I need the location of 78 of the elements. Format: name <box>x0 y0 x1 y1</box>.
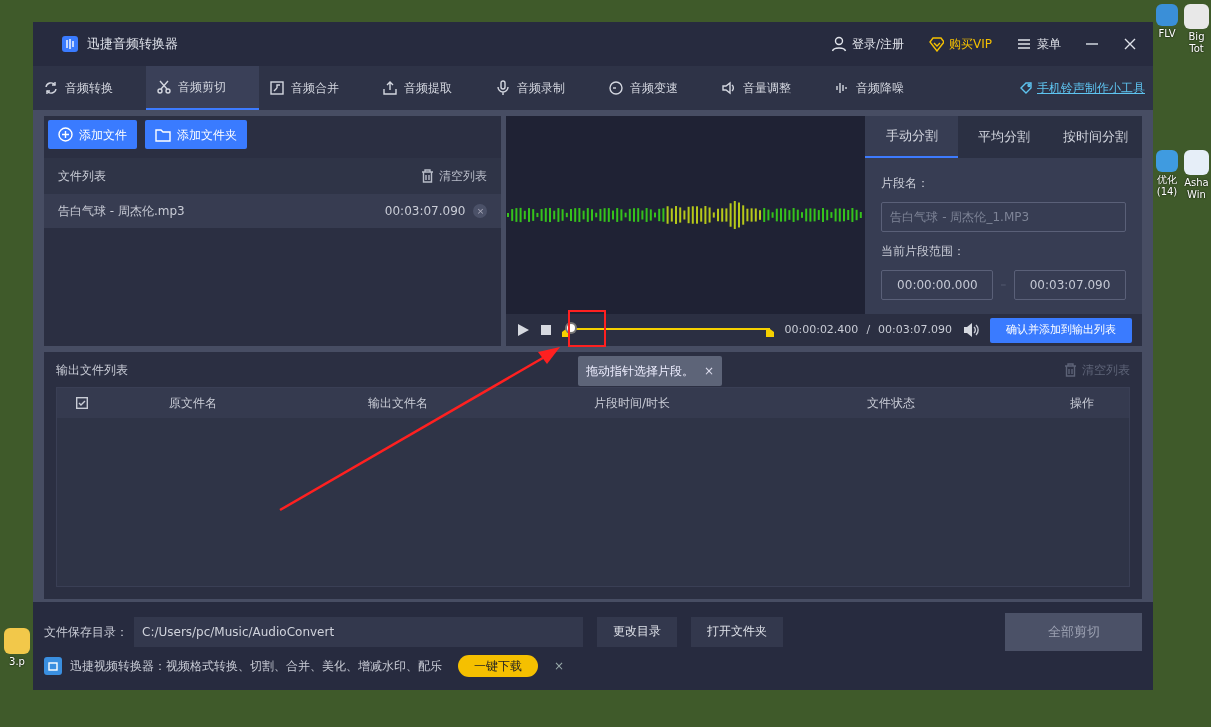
scissors-icon <box>156 79 172 95</box>
convert-icon <box>43 80 59 96</box>
add-file-button[interactable]: 添加文件 <box>48 120 137 149</box>
column-header: 文件状态 <box>866 395 916 412</box>
tab[interactable]: 音频降噪 <box>824 66 937 110</box>
timeline-track[interactable] <box>562 323 775 337</box>
desktop-shortcut-icon[interactable] <box>4 628 30 654</box>
login-button[interactable]: 登录/注册 <box>830 35 904 53</box>
buy-vip-button[interactable]: 购买VIP <box>928 35 992 53</box>
folder-icon <box>155 127 171 142</box>
app-logo-icon <box>61 35 79 53</box>
tab[interactable]: 平均分割 <box>957 116 1050 158</box>
desktop-shortcut-icon[interactable] <box>1184 4 1209 29</box>
volume-icon <box>721 80 737 96</box>
window-title: 迅捷音频转换器 <box>87 35 178 54</box>
menu-icon <box>1016 36 1032 52</box>
close-button[interactable]: × <box>554 657 565 675</box>
time-separator: / <box>866 321 871 338</box>
desktop-icon-label[interactable]: FLV <box>1154 28 1180 40</box>
checkbox-icon[interactable] <box>76 397 88 409</box>
highlight-frame <box>568 310 606 347</box>
microphone-icon <box>495 80 511 96</box>
play-icon[interactable] <box>516 323 531 337</box>
tooltip-text: 拖动指针选择片段。 <box>586 363 694 380</box>
desktop-icon-label[interactable]: 3.p <box>2 656 32 668</box>
confirm-add-button[interactable]: 确认并添加到输出列表 <box>990 317 1132 343</box>
trash-icon <box>1064 362 1077 377</box>
save-path-field[interactable]: C:/Users/pc/Music/AudioConvert <box>134 617 583 647</box>
tab[interactable]: 音频提取 <box>372 66 485 110</box>
end-time-field[interactable]: 00:03:07.090 <box>1014 270 1126 300</box>
list-heading: 输出文件列表 <box>56 361 128 379</box>
desktop-icon-label[interactable]: 优化 (14) <box>1154 174 1180 197</box>
extract-icon <box>382 80 398 96</box>
menu-button[interactable]: 菜单 <box>1016 35 1061 53</box>
tag-icon <box>1019 81 1033 95</box>
column-header: 输出文件名 <box>367 395 429 412</box>
column-header: 片段时间/时长 <box>592 395 671 412</box>
diamond-icon <box>928 36 944 52</box>
open-folder-button[interactable]: 打开文件夹 <box>691 617 783 647</box>
ringtone-tool-link[interactable]: 手机铃声制作小工具 <box>1019 66 1153 110</box>
remove-button[interactable]: × <box>473 204 488 218</box>
playhead-handle[interactable] <box>567 324 576 332</box>
clear-list-button[interactable]: 清空列表 <box>421 167 488 185</box>
promo-text: 迅捷视频转换器：视频格式转换、切割、合并、美化、增减水印、配乐 <box>70 658 442 675</box>
desktop-shortcut-icon[interactable] <box>1184 150 1209 175</box>
column-header: 操作 <box>1069 395 1095 412</box>
add-folder-button[interactable]: 添加文件夹 <box>145 120 247 149</box>
tab[interactable]: 音量调整 <box>711 66 824 110</box>
tab[interactable]: 按时间分割 <box>1049 116 1142 158</box>
file-row[interactable]: 告白气球 - 周杰伦.mp3 00:03:07.090 × <box>44 194 502 228</box>
start-time-field[interactable]: 00:00:00.000 <box>881 270 994 300</box>
stop-icon[interactable] <box>540 324 553 336</box>
plus-circle-icon <box>58 127 73 142</box>
field-label: 片段名： <box>881 175 931 192</box>
tab[interactable]: 音频剪切 <box>146 66 259 110</box>
total-time: 00:03:07.090 <box>878 321 952 338</box>
app-badge-icon <box>44 657 62 675</box>
file-duration: 00:03:07.090 <box>384 203 466 220</box>
trash-icon <box>421 169 435 183</box>
close-icon[interactable] <box>1123 37 1137 51</box>
current-time: 00:00:02.400 <box>784 321 859 338</box>
speaker-icon[interactable] <box>962 322 980 338</box>
desktop-icon-label[interactable]: Asha Win <box>1182 177 1211 200</box>
column-header: 原文件名 <box>168 395 218 412</box>
close-button[interactable]: × <box>704 362 715 380</box>
tab[interactable]: 音频变速 <box>598 66 711 110</box>
field-label: 当前片段范围： <box>881 243 967 260</box>
file-name: 告白气球 - 周杰伦.mp3 <box>58 203 186 220</box>
list-heading: 文件列表 <box>58 168 106 185</box>
tab[interactable]: 音频录制 <box>485 66 598 110</box>
tab[interactable]: 音频转换 <box>33 66 146 110</box>
user-icon <box>830 36 847 52</box>
desktop-icon-label[interactable]: Big Tot <box>1182 31 1211 54</box>
segment-name-field[interactable]: 告白气球 - 周杰伦_1.MP3 <box>881 202 1126 232</box>
tab[interactable]: 音频合并 <box>259 66 372 110</box>
field-label: 文件保存目录： <box>44 624 128 641</box>
download-button[interactable]: 一键下载 <box>458 655 538 677</box>
change-folder-button[interactable]: 更改目录 <box>597 617 677 647</box>
